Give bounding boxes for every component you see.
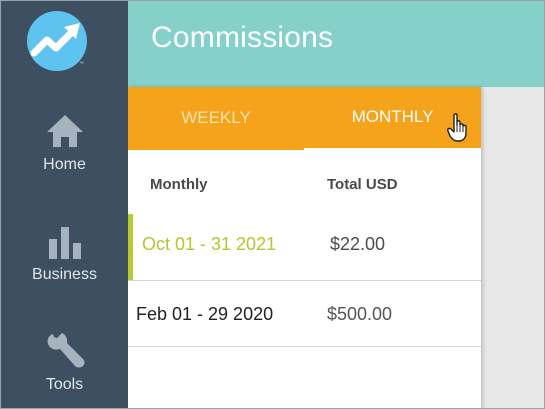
column-header-monthly: Monthly <box>150 176 208 193</box>
trend-arrow-icon <box>30 23 80 57</box>
table-row[interactable]: Feb 01 - 29 2020 $500.00 <box>128 280 481 347</box>
page-title: Commissions <box>151 21 334 54</box>
sidebar: ™ Home Business Tools <box>1 1 128 408</box>
table-row[interactable]: Oct 01 - 31 2021 $22.00 <box>128 212 481 280</box>
amount-cell: $500.00 <box>327 304 393 324</box>
sidebar-item-label: Business <box>32 266 97 283</box>
tab-bar: WEEKLY MONTHLY <box>128 87 481 151</box>
period-cell: Oct 01 - 31 2021 <box>142 234 277 254</box>
sidebar-item-home[interactable]: Home <box>1 113 128 174</box>
hand-cursor-icon <box>447 113 467 142</box>
sidebar-item-label: Home <box>43 156 86 173</box>
background-area <box>481 87 544 408</box>
column-header-total-usd: Total USD <box>327 176 398 193</box>
bar-chart-icon <box>48 227 81 259</box>
tab-weekly[interactable]: WEEKLY <box>128 87 304 150</box>
page-header: Commissions <box>128 1 544 87</box>
wrench-icon <box>47 333 84 368</box>
sidebar-item-tools[interactable]: Tools <box>1 331 128 394</box>
logo[interactable] <box>27 11 87 71</box>
current-row-indicator <box>128 214 133 280</box>
sidebar-item-business[interactable]: Business <box>1 225 128 284</box>
sidebar-item-label: Tools <box>45 376 84 393</box>
home-icon <box>46 115 83 147</box>
commissions-panel: WEEKLY MONTHLY Monthly Total USD Oct 01 … <box>128 87 481 408</box>
active-tab-indicator <box>304 148 481 151</box>
trademark-mark: ™ <box>79 61 84 67</box>
amount-cell: $22.00 <box>330 234 386 254</box>
period-cell: Feb 01 - 29 2020 <box>136 304 274 324</box>
app-window: ™ Home Business Tools Commissions WEEKLY… <box>0 0 545 409</box>
